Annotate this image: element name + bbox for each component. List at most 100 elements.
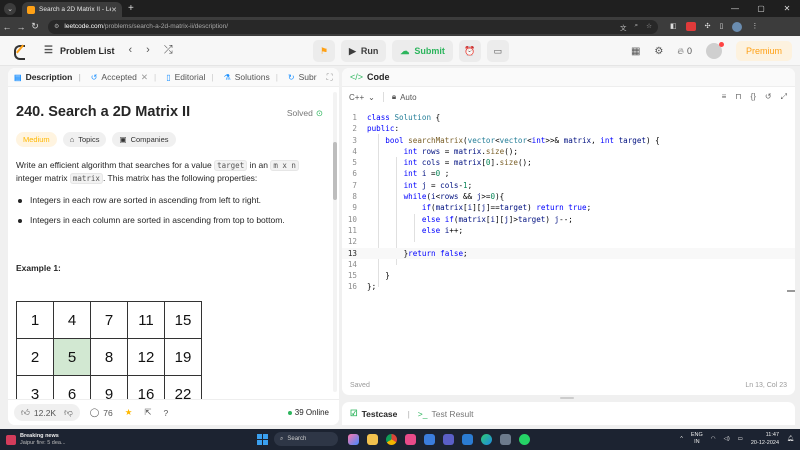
code-line: 5 int cols = matrix[0].size();: [352, 158, 532, 168]
maximize-panel-icon[interactable]: ⛶: [327, 72, 333, 83]
checkbox-icon: ☑: [350, 408, 358, 418]
submit-button[interactable]: ☁ Submit: [392, 40, 453, 62]
share-icon[interactable]: ⇱: [144, 407, 151, 418]
tab-solutions[interactable]: ⚗ Solutions |: [224, 72, 278, 82]
windows-start-icon[interactable]: [257, 433, 268, 445]
volume-icon[interactable]: ◁): [724, 436, 730, 442]
user-avatar[interactable]: [705, 42, 724, 59]
fullscreen-icon[interactable]: ⤢: [781, 92, 787, 102]
tab-description[interactable]: ▤ Description |: [14, 72, 81, 82]
address-bar[interactable]: ⚙ leetcode.com/problems/search-a-2d-matr…: [48, 19, 658, 34]
thumbs-up-icon[interactable]: 👍︎: [21, 407, 30, 418]
matrix-cell: 9: [90, 375, 128, 399]
debug-button[interactable]: ⚑: [313, 40, 335, 62]
zoom-icon[interactable]: ⌕: [635, 22, 639, 32]
tab-testcase[interactable]: ☑ Testcase |: [350, 408, 410, 419]
leetcode-logo-icon[interactable]: [14, 44, 26, 60]
companies-button[interactable]: ▣ Companies: [112, 132, 176, 147]
check-circle-icon: ⊙: [315, 108, 323, 118]
profile-avatar[interactable]: [732, 21, 743, 32]
shuffle-icon[interactable]: ⤮: [164, 44, 173, 57]
tag-icon: ⌂: [69, 135, 75, 144]
streak-counter[interactable]: 🔥︎ 0: [677, 46, 692, 57]
property-bullet: Integers in each row are sorted in ascen…: [16, 195, 323, 205]
tab-accepted[interactable]: ↺ Accepted ✕ |: [91, 72, 157, 83]
prev-problem-icon[interactable]: ‹: [128, 44, 132, 57]
scrollbar-thumb[interactable]: [333, 142, 337, 200]
menu-kebab-icon[interactable]: ⋮: [751, 22, 758, 32]
auto-mode-toggle[interactable]: 🔒︎ Auto: [392, 92, 417, 102]
comments-button[interactable]: ◯ 76: [90, 407, 113, 418]
news-widget[interactable]: Breaking news Jaipur fire: 5 dea...: [6, 433, 66, 447]
close-accepted-icon[interactable]: ✕: [141, 72, 148, 83]
extension-red-icon[interactable]: [685, 21, 696, 31]
problem-title-row: 240. Search a 2D Matrix II Solved ⊙: [16, 104, 323, 120]
code-line: 1 class Solution {: [352, 113, 441, 122]
taskbar-search[interactable]: ⌕ Search: [274, 432, 338, 446]
edge-icon[interactable]: [481, 433, 492, 445]
store-icon[interactable]: [424, 433, 435, 445]
help-icon[interactable]: ?: [163, 408, 168, 418]
bookmark-icon[interactable]: ⊓: [735, 92, 741, 102]
code-editor[interactable]: 1 class Solution { 2 public: 3 bool search…: [342, 112, 795, 370]
tab-test-result[interactable]: >_ Test Result: [418, 409, 474, 419]
code-line: 9 if(matrix[i][j]==target) return true;: [352, 203, 592, 213]
panel-resize-handle[interactable]: [560, 397, 574, 399]
browser-tab[interactable]: Search a 2D Matrix II - LeetCo ✕: [22, 2, 122, 17]
maximize-icon[interactable]: ▢: [748, 0, 774, 17]
whatsapp-icon[interactable]: [519, 433, 530, 445]
language-select[interactable]: C++ ⌄: [349, 93, 375, 102]
premium-button[interactable]: Premium: [735, 41, 792, 61]
notification-bell-icon[interactable]: 🔔︎: [787, 436, 794, 442]
puzzle-icon[interactable]: ✣: [705, 22, 711, 32]
new-tab-icon[interactable]: +: [128, 3, 134, 14]
close-window-icon[interactable]: ✕: [774, 0, 800, 17]
braces-icon[interactable]: {}: [751, 92, 756, 102]
tray-chevron-icon[interactable]: ^: [680, 436, 683, 442]
problem-title[interactable]: 240. Search a 2D Matrix II: [16, 104, 190, 120]
browser-tab-title: Search a 2D Matrix II - LeetCo: [39, 6, 111, 13]
chrome-icon[interactable]: [386, 433, 397, 445]
reset-icon[interactable]: ↺: [765, 92, 772, 102]
tab-editorial[interactable]: ▯ Editorial |: [166, 72, 213, 82]
photos-icon[interactable]: [405, 433, 416, 445]
problem-list-button[interactable]: ☰ Problem List: [44, 45, 114, 56]
mail-icon[interactable]: [462, 433, 473, 445]
code-tab-label[interactable]: Code: [367, 72, 390, 82]
settings-gear-icon[interactable]: ⚙: [654, 46, 663, 57]
copilot-icon[interactable]: [348, 433, 359, 445]
run-button[interactable]: ▶ Run: [341, 40, 387, 62]
notes-button[interactable]: ▭: [486, 40, 509, 62]
back-icon[interactable]: ←: [0, 22, 14, 32]
next-problem-icon[interactable]: ›: [146, 44, 150, 57]
tab-search-icon[interactable]: ⌄: [4, 2, 16, 15]
reload-icon[interactable]: ↻: [28, 21, 42, 32]
topics-label: Topics: [78, 135, 100, 144]
bookmark-star-icon[interactable]: ☆: [646, 22, 652, 32]
editor-statusbar: Saved Ln 13, Col 23: [342, 375, 795, 395]
site-info-icon[interactable]: ⚙: [54, 23, 59, 30]
close-tab-icon[interactable]: ✕: [111, 6, 117, 14]
wifi-icon[interactable]: ◠: [711, 436, 716, 442]
timer-button[interactable]: ⏰: [458, 40, 481, 62]
tab-submissions[interactable]: ↻ Subr: [288, 72, 317, 82]
clock[interactable]: 11:47 20-12-2024: [751, 431, 779, 447]
forward-icon[interactable]: →: [14, 22, 28, 32]
input-language[interactable]: ENG IN: [691, 432, 703, 446]
tab-submissions-label: Subr: [298, 72, 317, 82]
extension-icon[interactable]: ◧: [670, 22, 677, 32]
file-explorer-icon[interactable]: [367, 433, 378, 445]
minimize-icon[interactable]: —: [722, 0, 748, 17]
teams-icon[interactable]: [443, 433, 454, 445]
description-scrollbar[interactable]: [333, 92, 337, 392]
translate-icon[interactable]: 文: [620, 22, 627, 32]
desc-code-mxn: m x n: [270, 160, 299, 171]
battery-icon[interactable]: ▭: [738, 436, 743, 442]
format-icon[interactable]: ≡: [722, 92, 727, 102]
sidepanel-icon[interactable]: ▯: [720, 22, 724, 32]
thumbs-down-icon[interactable]: 👎︎: [64, 407, 73, 418]
topics-button[interactable]: ⌂ Topics: [62, 132, 107, 147]
settings-app-icon[interactable]: [500, 433, 511, 445]
favorite-star-icon[interactable]: ★: [125, 407, 133, 418]
layout-icon[interactable]: ▦: [631, 46, 640, 57]
